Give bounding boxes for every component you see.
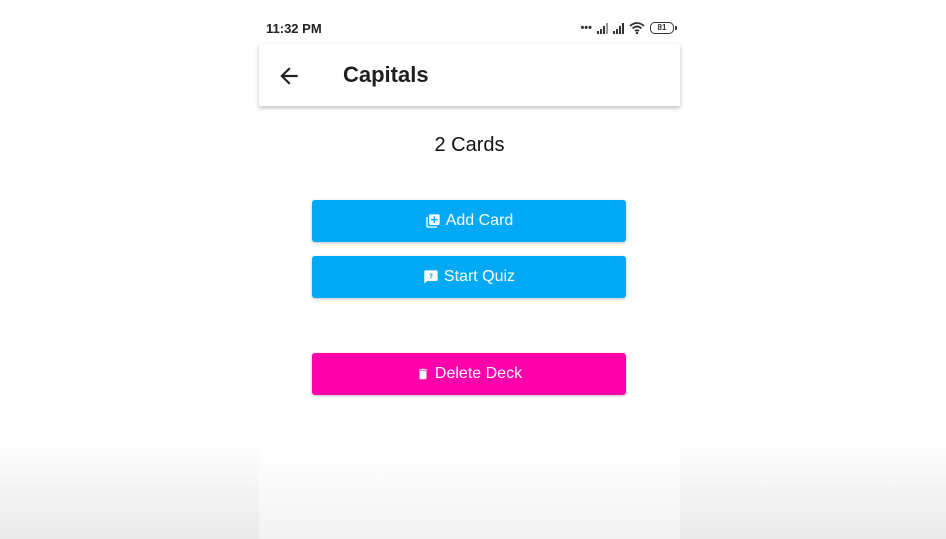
svg-text:?: ? xyxy=(429,272,433,281)
add-card-button[interactable]: Add Card xyxy=(312,200,626,242)
more-dots-icon: ••• xyxy=(580,22,592,34)
battery-icon: 81 xyxy=(650,22,677,34)
start-quiz-button[interactable]: ? Start Quiz xyxy=(312,256,626,298)
status-icons: ••• 81 xyxy=(580,21,677,35)
signal-icon-2 xyxy=(613,22,624,34)
delete-deck-button[interactable]: Delete Deck xyxy=(312,353,626,395)
app-bar: Capitals xyxy=(259,44,680,106)
phone-screen: 11:32 PM ••• 81 Capitals 2 Cards Add Car… xyxy=(259,14,680,539)
start-quiz-label: Start Quiz xyxy=(443,268,516,285)
card-count: 2 Cards xyxy=(434,134,505,156)
signal-icon xyxy=(597,22,608,34)
status-time: 11:32 PM xyxy=(266,21,322,36)
add-card-label: Add Card xyxy=(445,212,514,229)
wifi-icon xyxy=(629,22,645,34)
delete-deck-label: Delete Deck xyxy=(434,365,523,382)
status-bar: 11:32 PM ••• 81 xyxy=(259,14,680,44)
trash-icon xyxy=(418,368,428,380)
page-title: Capitals xyxy=(343,62,429,87)
library-add-icon xyxy=(426,214,440,228)
back-button[interactable] xyxy=(276,63,302,89)
arrow-left-icon xyxy=(280,67,298,85)
feedback-question-icon: ? xyxy=(424,270,438,284)
